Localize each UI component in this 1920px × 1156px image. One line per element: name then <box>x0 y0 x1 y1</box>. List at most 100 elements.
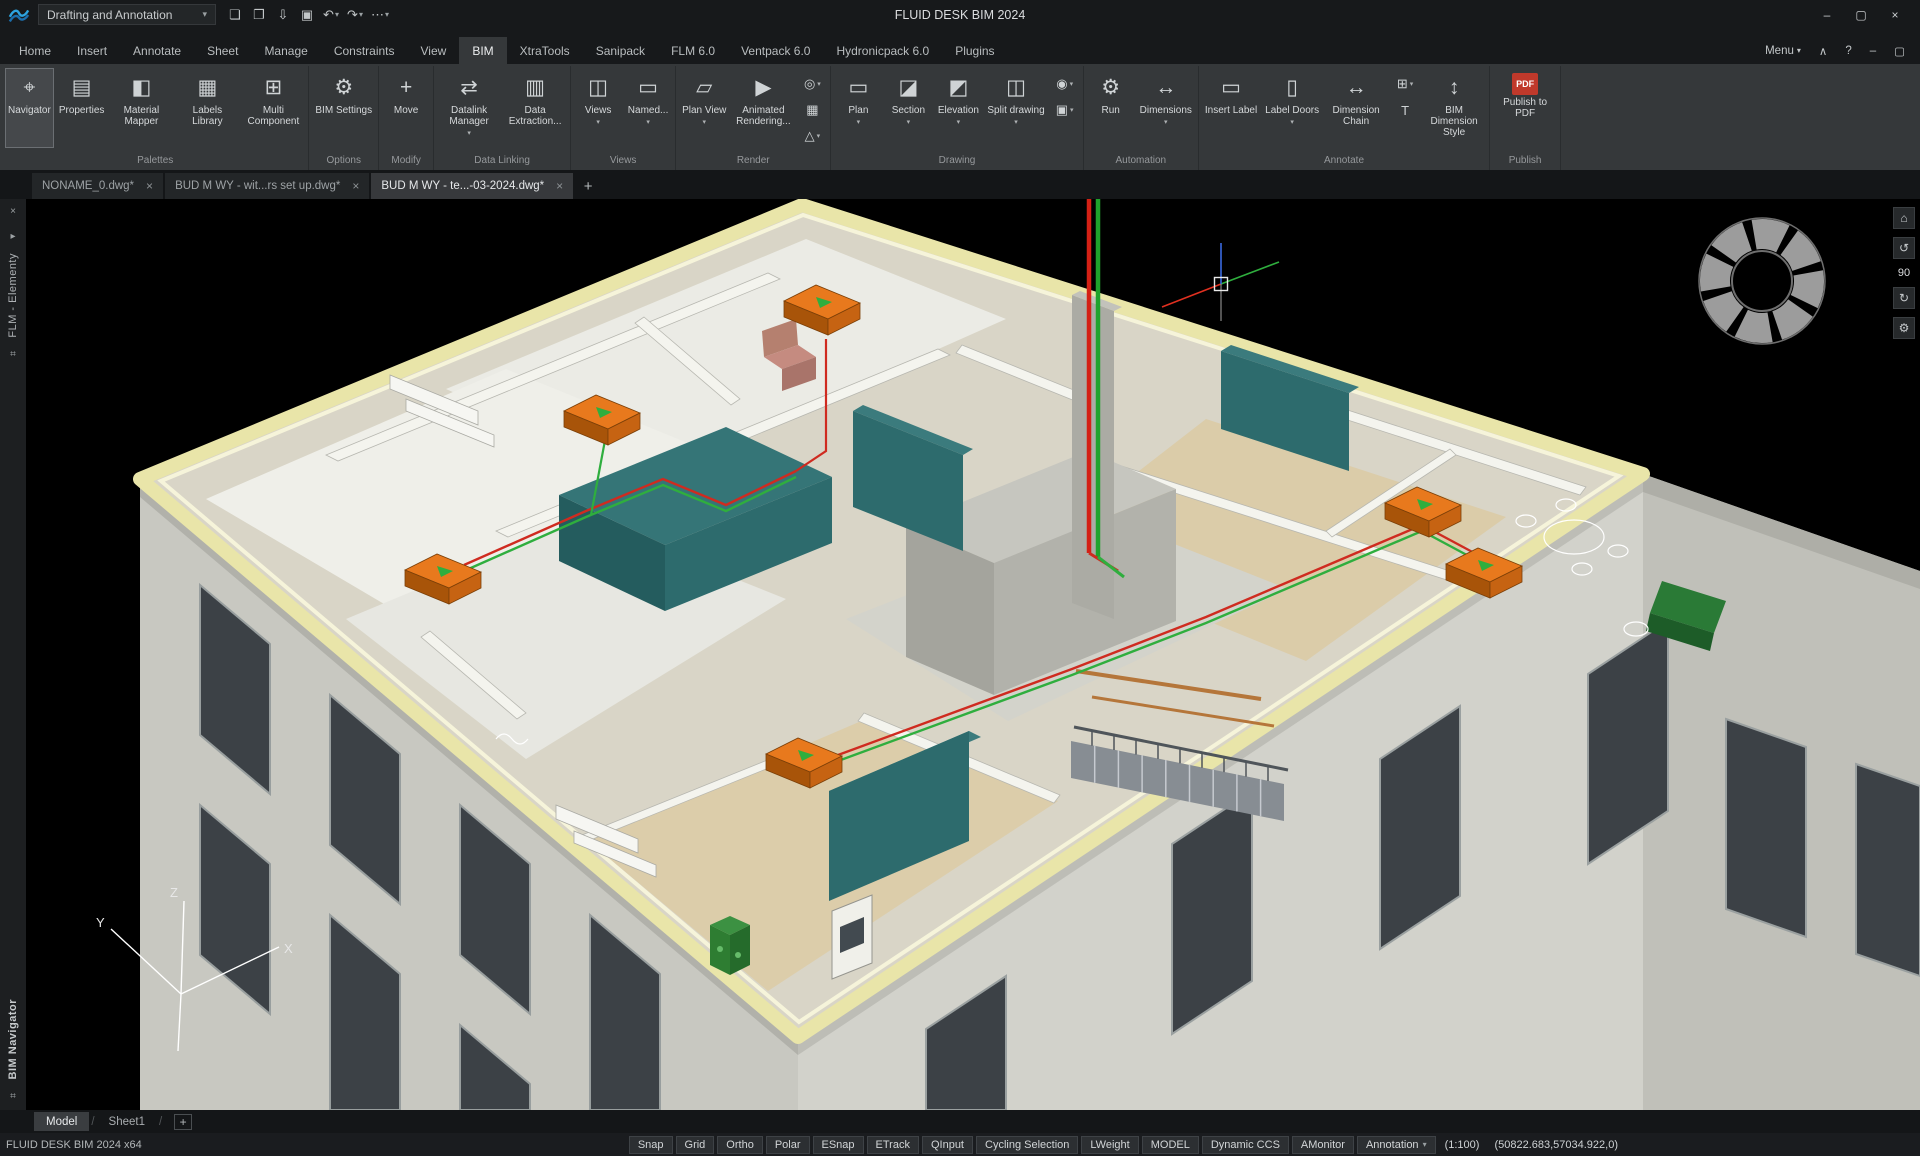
panel-maximize-icon[interactable]: ▢ <box>1887 44 1912 58</box>
close-icon[interactable]: × <box>146 179 153 193</box>
menu-button[interactable]: Menu ▾ <box>1758 45 1808 57</box>
views-button[interactable]: ◫Views▾ <box>574 68 622 148</box>
multi-component-button[interactable]: ⊞Multi Component <box>241 68 305 148</box>
annotation-scale-button[interactable]: ⊞▾ <box>1390 72 1420 96</box>
split-drawing-button[interactable]: ◫Split drawing▾ <box>984 68 1047 148</box>
tab-view[interactable]: View <box>408 37 460 64</box>
publish-to-pdf-button[interactable]: PDFPublish to PDF <box>1493 68 1557 148</box>
tab-sheet[interactable]: Sheet <box>194 37 251 64</box>
close-icon[interactable]: × <box>352 179 359 193</box>
toggle-lweight[interactable]: LWeight <box>1081 1136 1138 1154</box>
add-sheet-button[interactable]: + <box>174 1114 192 1130</box>
toggle-snap[interactable]: Snap <box>629 1136 673 1154</box>
panel-tab-flm-elementy[interactable]: FLM - Elementy <box>7 253 19 338</box>
dimensions-button[interactable]: ↔Dimensions▾ <box>1137 68 1195 148</box>
label-doors-button[interactable]: ▯Label Doors▾ <box>1262 68 1322 148</box>
named-button[interactable]: ▭Named...▾ <box>624 68 672 148</box>
panel-tab-bim-navigator[interactable]: BIM Navigator <box>7 999 19 1079</box>
home-button[interactable]: ⌂ <box>1893 207 1915 229</box>
render-material-button[interactable]: ▦ <box>797 98 827 122</box>
close-icon[interactable]: × <box>1878 1 1912 28</box>
plan-view-button[interactable]: ▱Plan View▾ <box>679 68 729 148</box>
tab-sanipack[interactable]: Sanipack <box>583 37 658 64</box>
toggle-polar[interactable]: Polar <box>766 1136 810 1154</box>
bim-dimension-style-button[interactable]: ↕BIM Dimension Style <box>1422 68 1486 148</box>
more-commands-icon[interactable]: ⋯▾ <box>368 4 392 26</box>
insert-label-button[interactable]: ▭Insert Label <box>1202 68 1260 148</box>
toggle-esnap[interactable]: ESnap <box>813 1136 864 1154</box>
tab-bim[interactable]: BIM <box>459 37 506 64</box>
document-tab[interactable]: NONAME_0.dwg*× <box>32 173 163 199</box>
viewport[interactable]: Y X Z ⌂↺90↻⚙ <box>26 199 1920 1110</box>
toggle-model[interactable]: MODEL <box>1142 1136 1199 1154</box>
detail-view-button[interactable]: ▣▾ <box>1050 98 1080 122</box>
tab-ventpack-6-0[interactable]: Ventpack 6.0 <box>728 37 823 64</box>
tab-constraints[interactable]: Constraints <box>321 37 408 64</box>
toggle-amonitor[interactable]: AMonitor <box>1292 1136 1354 1154</box>
plan-button[interactable]: ▭Plan▾ <box>834 68 882 148</box>
minimize-icon[interactable]: – <box>1810 1 1844 28</box>
tab-hydronicpack-6-0[interactable]: Hydronicpack 6.0 <box>823 37 942 64</box>
annotation-edit-button[interactable]: T <box>1390 98 1420 122</box>
gear-button[interactable]: ⚙ <box>1893 317 1915 339</box>
toggle-ortho[interactable]: Ortho <box>717 1136 763 1154</box>
ribbon-group-label: Data Linking <box>437 152 567 170</box>
palette-grid-icon[interactable]: ⌗ <box>4 1088 22 1104</box>
rotate-cw-button[interactable]: ↻ <box>1893 287 1915 309</box>
pin-icon[interactable]: ▸ <box>4 228 22 244</box>
ribbon-group-modify: +MoveModify <box>379 66 434 170</box>
properties-icon: ▤ <box>72 73 92 103</box>
tab-manage[interactable]: Manage <box>251 37 320 64</box>
tab-plugins[interactable]: Plugins <box>942 37 1007 64</box>
new-document-tab-button[interactable]: + <box>575 173 601 199</box>
toggle-qinput[interactable]: QInput <box>922 1136 973 1154</box>
import-icon[interactable]: ⇩ <box>272 4 294 26</box>
move-button[interactable]: +Move <box>382 68 430 148</box>
save-icon[interactable]: ▣ <box>296 4 318 26</box>
labels-library-button[interactable]: ▦Labels Library <box>175 68 239 148</box>
datalink-manager-button[interactable]: ⇄Datalink Manager▾ <box>437 68 501 148</box>
rotate-ccw-button[interactable]: ↺ <box>1893 237 1915 259</box>
sheet-tab-sheet1[interactable]: Sheet1 <box>97 1112 157 1131</box>
maximize-icon[interactable]: ▢ <box>1844 1 1878 28</box>
document-tab[interactable]: BUD M WY - te...-03-2024.dwg*× <box>371 173 573 199</box>
toggle-cycling-selection[interactable]: Cycling Selection <box>976 1136 1078 1154</box>
animated-rendering-button[interactable]: ▶Animated Rendering... <box>731 68 795 148</box>
document-tab-label: BUD M WY - wit...rs set up.dwg* <box>175 180 340 192</box>
dimension-chain-button[interactable]: ↔Dimension Chain <box>1324 68 1388 148</box>
collapse-ribbon-icon[interactable]: ∧ <box>1812 44 1834 58</box>
help-icon[interactable]: ? <box>1838 45 1858 57</box>
navigation-wheel[interactable] <box>1692 211 1832 351</box>
new-file-icon[interactable]: ❏ <box>224 4 246 26</box>
redo-icon[interactable]: ↷▾ <box>344 4 366 26</box>
properties-button[interactable]: ▤Properties <box>56 68 108 148</box>
document-tab[interactable]: BUD M WY - wit...rs set up.dwg* × <box>165 173 369 199</box>
open-file-icon[interactable]: ❐ <box>248 4 270 26</box>
sheet-tab-model[interactable]: Model <box>34 1112 89 1131</box>
section-button[interactable]: ◪Section▾ <box>884 68 932 148</box>
elevation-button[interactable]: ◩Elevation▾ <box>934 68 982 148</box>
camera-button[interactable]: ◉▾ <box>1050 72 1080 96</box>
render-light-button[interactable]: △▾ <box>797 124 827 148</box>
annotation-scale-dropdown[interactable]: Annotation▾ <box>1357 1136 1436 1154</box>
undo-icon[interactable]: ↶▾ <box>320 4 342 26</box>
tab-insert[interactable]: Insert <box>64 37 120 64</box>
tab-flm-6-0[interactable]: FLM 6.0 <box>658 37 728 64</box>
tab-home[interactable]: Home <box>6 37 64 64</box>
render-mode-button[interactable]: ◎▾ <box>797 72 827 96</box>
toggle-dynamic-ccs[interactable]: Dynamic CCS <box>1202 1136 1289 1154</box>
palette-grid-icon[interactable]: ⌗ <box>4 347 22 363</box>
material-mapper-button[interactable]: ◧Material Mapper <box>109 68 173 148</box>
close-icon[interactable]: × <box>556 179 563 193</box>
bim-settings-button[interactable]: ⚙BIM Settings <box>312 68 375 148</box>
navigator-button[interactable]: ⌖Navigator <box>5 68 54 148</box>
run-button[interactable]: ⚙Run <box>1087 68 1135 148</box>
toggle-etrack[interactable]: ETrack <box>867 1136 919 1154</box>
close-icon[interactable]: × <box>4 203 22 219</box>
workspace-selector[interactable]: Drafting and Annotation ▾ <box>38 4 216 25</box>
tab-xtratools[interactable]: XtraTools <box>507 37 583 64</box>
panel-minimize-icon[interactable]: – <box>1863 45 1883 57</box>
data-extraction-button[interactable]: ▥Data Extraction... <box>503 68 567 148</box>
tab-annotate[interactable]: Annotate <box>120 37 194 64</box>
toggle-grid[interactable]: Grid <box>676 1136 715 1154</box>
